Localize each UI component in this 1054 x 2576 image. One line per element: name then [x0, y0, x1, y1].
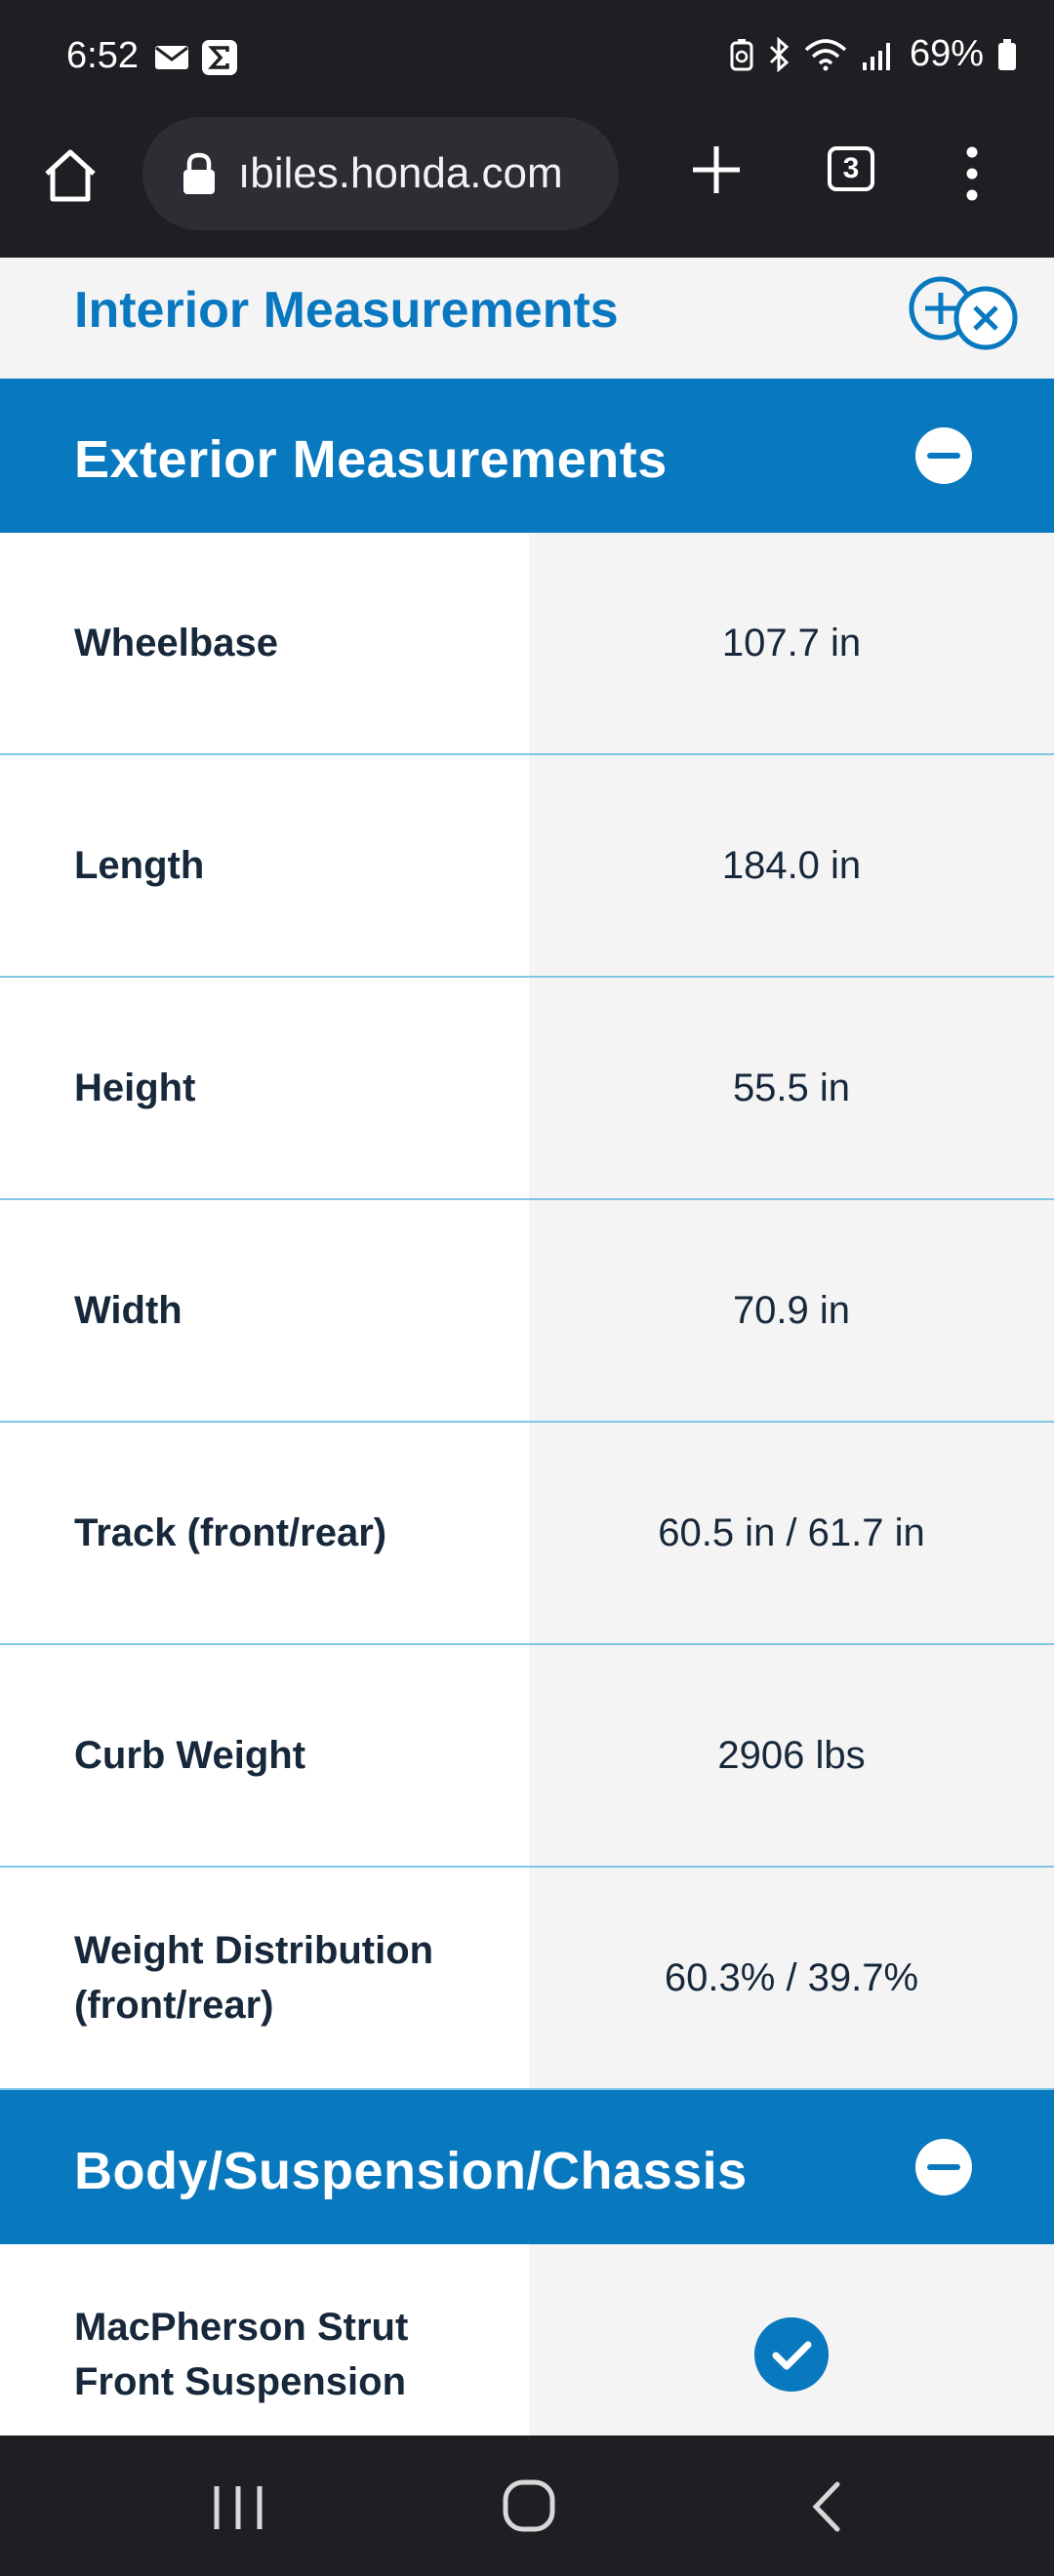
expand-collapse-all-icon[interactable]	[908, 271, 1029, 365]
signal-icon	[862, 42, 890, 70]
exterior-measurements-header[interactable]: Exterior Measurements	[0, 379, 1054, 533]
spec-value: 184.0 in	[721, 843, 862, 887]
body-suspension-chassis-title: Body/Suspension/Chassis	[74, 2142, 748, 2200]
home-icon[interactable]	[39, 144, 101, 207]
spec-value: 55.5 in	[732, 1066, 851, 1109]
spec-label: MacPherson Strut Front Suspension	[74, 2306, 409, 2403]
spec-label: Length	[74, 844, 205, 887]
spec-value: 2906 lbs	[717, 1733, 866, 1777]
battery-saver-icon	[730, 38, 753, 70]
page-content: Interior Measurements Exterior Measureme…	[0, 258, 1054, 2435]
spec-value: 70.9 in	[732, 1288, 851, 1332]
more-options-icon[interactable]	[956, 144, 988, 203]
exterior-measurements-title: Exterior Measurements	[74, 430, 668, 489]
battery-percent: 69%	[909, 33, 984, 74]
table-row: MacPherson Strut Front Suspension	[0, 2244, 1054, 2435]
new-tab-icon[interactable]	[685, 139, 748, 201]
collapse-icon[interactable]	[915, 2139, 972, 2195]
battery-icon	[998, 38, 1016, 70]
address-bar[interactable]: ıbiles.honda.com	[142, 117, 619, 230]
url-text: ıbiles.honda.com	[238, 149, 563, 197]
lock-icon	[183, 152, 215, 194]
body-suspension-chassis-header[interactable]: Body/Suspension/Chassis	[0, 2090, 1054, 2244]
spec-label: Track (front/rear)	[74, 1511, 387, 1554]
spec-value: 60.3% / 39.7%	[664, 1955, 919, 1999]
spec-label: Height	[74, 1067, 196, 1109]
spec-value: 60.5 in / 61.7 in	[658, 1510, 925, 1554]
back-icon[interactable]	[806, 2478, 845, 2535]
status-bar: 6:52 69%	[0, 0, 1054, 115]
browser-toolbar: ıbiles.honda.com 3	[0, 115, 1054, 258]
spec-label: Width	[74, 1289, 182, 1332]
recent-apps-icon[interactable]	[209, 2482, 267, 2533]
home-nav-icon[interactable]	[502, 2478, 556, 2533]
table-row: Width 70.9 in	[0, 1200, 1054, 1423]
table-row: Wheelbase 107.7 in	[0, 533, 1054, 755]
check-circle-icon	[754, 2317, 829, 2392]
spec-label: Weight Distribution (front/rear)	[74, 1929, 434, 2027]
spec-value: 107.7 in	[721, 621, 862, 664]
sigma-app-icon	[202, 40, 237, 75]
spec-label: Wheelbase	[74, 622, 278, 664]
collapse-icon[interactable]	[915, 427, 972, 484]
system-navigation-bar	[0, 2435, 1054, 2576]
tab-switcher-button[interactable]: 3	[828, 146, 874, 191]
interior-measurements-row[interactable]: Interior Measurements	[0, 258, 1054, 379]
tab-count: 3	[842, 152, 860, 184]
wifi-icon	[804, 38, 847, 70]
mail-icon	[155, 46, 188, 69]
interior-measurements-title: Interior Measurements	[74, 282, 619, 339]
table-row: Height 55.5 in	[0, 978, 1054, 1200]
table-row: Curb Weight 2906 lbs	[0, 1645, 1054, 1868]
bluetooth-icon	[769, 36, 790, 72]
status-time: 6:52	[66, 35, 139, 76]
table-row: Length 184.0 in	[0, 755, 1054, 978]
spec-label: Curb Weight	[74, 1734, 306, 1777]
table-row: Weight Distribution (front/rear) 60.3% /…	[0, 1868, 1054, 2090]
table-row: Track (front/rear) 60.5 in / 61.7 in	[0, 1423, 1054, 1645]
